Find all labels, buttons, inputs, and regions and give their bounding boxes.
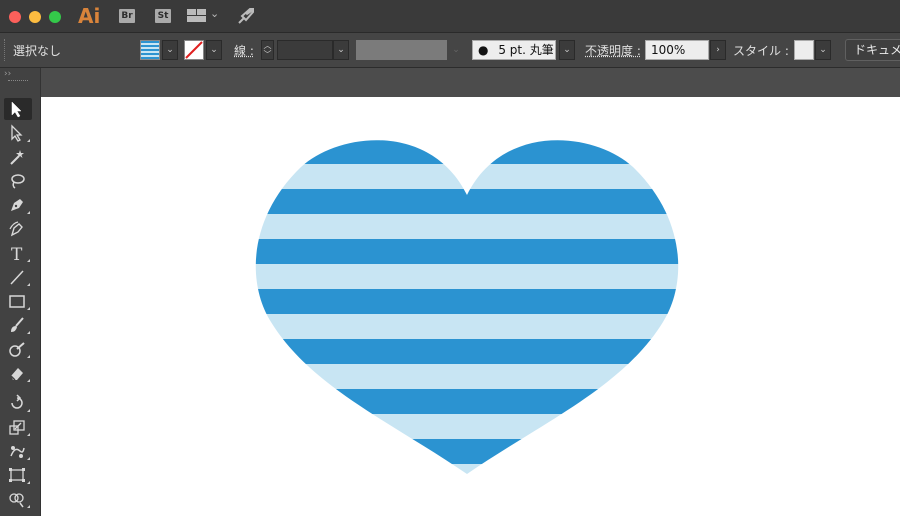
shaper-tool-icon [9,342,25,357]
stock-button[interactable]: St [155,9,171,23]
eraser-tool[interactable] [4,362,32,384]
more-tools-indicator [27,331,30,334]
fill-dropdown[interactable]: ⌄ [162,40,178,60]
curvature-tool[interactable] [4,218,32,240]
opacity-arrow[interactable]: › [710,40,726,60]
more-tools-indicator [27,505,30,508]
control-bar-grip[interactable] [4,39,7,61]
paintbrush-tool-icon [11,317,24,332]
type-tool[interactable]: T [4,242,32,264]
more-tools-indicator [27,481,30,484]
stroke-weight-input[interactable] [277,40,333,60]
free-transform-tool[interactable] [4,464,32,486]
selection-tool[interactable] [4,98,32,120]
more-tools-indicator [27,211,30,214]
brush-dot-icon: ● [478,43,489,57]
direct-selection-tool-icon [11,124,23,142]
selection-tool-icon [11,101,22,118]
line-segment-tool-icon [10,270,24,285]
close-window-button[interactable] [9,11,21,23]
minimize-window-button[interactable] [29,11,41,23]
lasso-tool[interactable] [4,170,32,192]
fill-swatch[interactable] [140,40,160,60]
style-label: スタイル : [733,44,789,58]
bridge-button[interactable]: Br [119,9,135,23]
eraser-tool-icon [10,368,23,381]
rectangle-tool-icon [9,295,25,308]
brush-dropdown[interactable]: ⌄ [559,40,575,60]
none-stroke-icon [185,41,203,59]
shape-builder-tool-icon [9,493,24,508]
more-tools-indicator [27,379,30,382]
stroke-weight-label[interactable]: 線 : [234,42,254,59]
free-transform-tool-icon [9,468,25,482]
tools-panel: ›› T [0,68,41,516]
graphic-style-swatch[interactable] [794,40,814,60]
shaper-tool[interactable] [4,338,32,360]
svg-text:T: T [11,245,23,262]
pen-tool-icon [11,199,23,211]
more-tools-indicator [27,433,30,436]
rocket-icon[interactable] [236,6,256,26]
stroke-swatch[interactable] [184,40,204,60]
artboard-canvas[interactable] [41,97,900,516]
heart-shape[interactable] [255,140,679,474]
chevron-down-icon[interactable]: ⌄ [210,7,219,20]
rotate-tool[interactable] [4,392,32,414]
workspace-switcher-icon[interactable] [187,9,207,23]
title-bar: Ai Br St ⌄ [0,0,900,33]
brush-label: 5 pt. 丸筆 [498,43,554,57]
stroke-weight-dropdown[interactable]: ⌄ [333,40,349,60]
selection-status: 選択なし [13,44,62,58]
opacity-label[interactable]: 不透明度 : [585,42,641,59]
puppet-warp-tool-icon [10,446,25,458]
variable-width-dropdown[interactable]: ⌄ [448,40,464,60]
more-tools-indicator [27,307,30,310]
stroke-dropdown[interactable]: ⌄ [206,40,222,60]
magic-wand-tool[interactable] [4,146,32,168]
lasso-tool-icon [11,174,25,189]
rotate-tool-icon [11,394,23,409]
more-tools-indicator [27,283,30,286]
variable-width-profile[interactable] [356,40,447,60]
scale-tool[interactable] [4,416,32,438]
expand-panel-icon[interactable]: ›› [4,69,11,79]
stroke-weight-stepper[interactable]: ︿ ﹀ [261,40,274,60]
document-tab-strip [41,68,900,97]
curvature-tool-icon [9,221,23,237]
control-bar: 選択なし ⌄ ⌄ 線 : ︿ ﹀ ⌄ ⌄ ● 5 pt. 丸筆 ⌄ 不透明度 : … [0,33,900,68]
more-tools-indicator [27,355,30,358]
panel-grip [8,80,28,85]
direct-selection-tool[interactable] [4,122,32,144]
brush-definition-field[interactable]: ● 5 pt. 丸筆 [472,40,556,60]
scale-tool-icon [9,420,25,435]
more-tools-indicator [27,409,30,412]
more-tools-indicator [27,259,30,262]
pen-tool[interactable] [4,194,32,216]
paintbrush-tool[interactable] [4,314,32,336]
shape-builder-tool[interactable] [4,488,32,510]
zoom-window-button[interactable] [49,11,61,23]
opacity-input[interactable]: 100% [645,40,709,60]
rectangle-tool[interactable] [4,290,32,312]
more-tools-indicator [27,457,30,460]
document-setup-button[interactable]: ドキュメ [845,39,900,61]
line-segment-tool[interactable] [4,266,32,288]
magic-wand-tool-icon [10,150,24,165]
puppet-warp-tool[interactable] [4,440,32,462]
striped-heart-artwork[interactable] [41,97,900,516]
tools-panel-header[interactable]: ›› [0,68,40,86]
graphic-style-dropdown[interactable]: ⌄ [815,40,831,60]
type-tool-icon: T [11,245,23,262]
illustrator-logo: Ai [78,4,101,28]
more-tools-indicator [27,139,30,142]
